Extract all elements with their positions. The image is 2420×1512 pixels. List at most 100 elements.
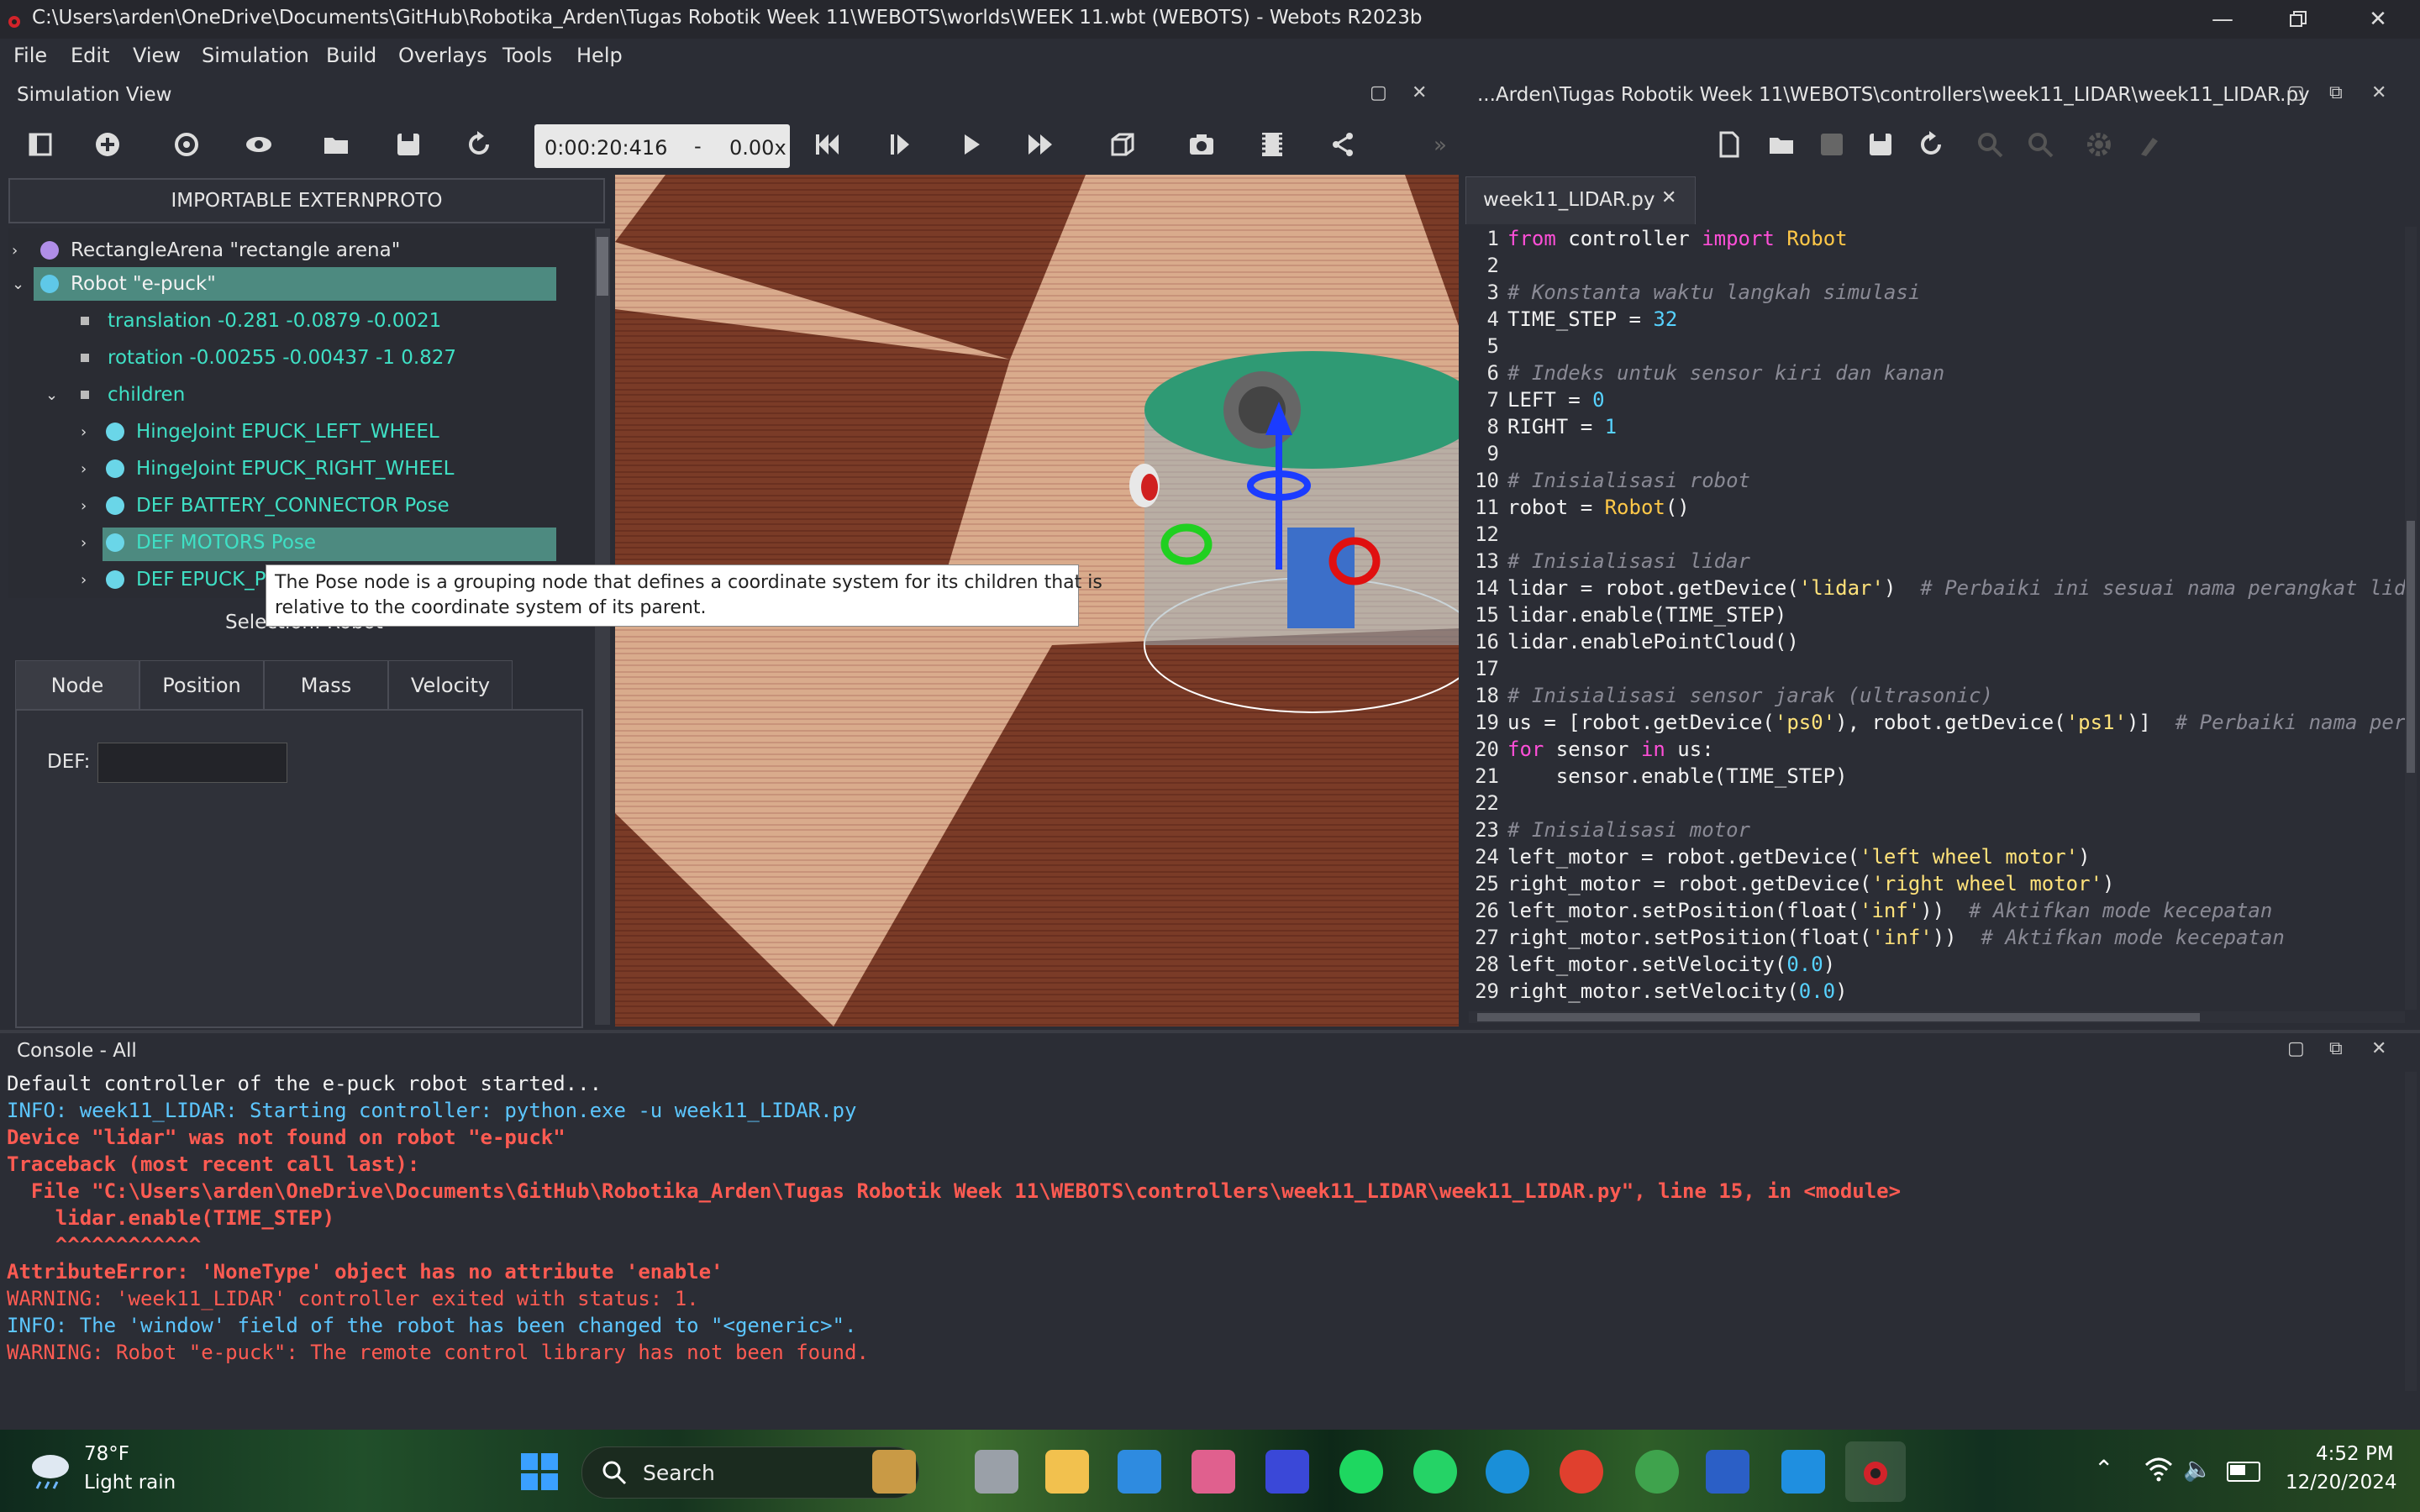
chrome-profile-icon[interactable] [1635, 1450, 1679, 1494]
find-icon[interactable] [1971, 126, 2008, 163]
webots-taskbar-active[interactable] [1845, 1441, 1906, 1502]
left-panel-scrollbar[interactable] [595, 608, 610, 1025]
taskbar-search[interactable]: Search [581, 1446, 919, 1499]
revert-icon[interactable] [1912, 126, 1949, 163]
render-mode-icon[interactable] [1104, 126, 1141, 163]
code-line[interactable]: 9 [1464, 442, 1507, 469]
code-line[interactable]: 24 left_motor = robot.getDevice('left whe… [1464, 845, 2090, 872]
chevron-right-icon[interactable]: › [81, 423, 97, 441]
file-explorer-icon[interactable] [1045, 1450, 1089, 1494]
chevron-down-icon[interactable]: ⌄ [45, 386, 62, 404]
close-tab-icon[interactable]: ✕ [1661, 187, 1676, 208]
open-folder-icon[interactable] [318, 126, 355, 163]
code-line[interactable]: 29 right_motor.setVelocity(0.0) [1464, 979, 1848, 1006]
maximize-editor-icon[interactable]: ▢ [2287, 82, 2305, 103]
save-file-disabled-icon[interactable] [1813, 126, 1850, 163]
maximize-console-icon[interactable]: ▢ [2287, 1038, 2305, 1059]
close-editor-icon[interactable]: ✕ [2371, 82, 2386, 103]
battery-icon[interactable] [2227, 1462, 2260, 1482]
find-replace-icon[interactable] [2022, 126, 2059, 163]
console-output[interactable]: Default controller of the e-puck robot s… [0, 1072, 2403, 1391]
fast-forward-icon[interactable] [1022, 126, 1059, 163]
code-line[interactable]: 28 left_motor.setVelocity(0.0) [1464, 953, 1835, 979]
code-line[interactable]: 12 [1464, 522, 1507, 549]
code-line[interactable]: 18 # Inisialisasi sensor jarak (ultrasoni… [1464, 684, 1993, 711]
chevron-right-icon[interactable]: › [81, 497, 97, 515]
code-line[interactable]: 2 [1464, 254, 1507, 281]
code-line[interactable]: 1 from controller import Robot [1464, 227, 1848, 254]
open-file-icon[interactable] [1763, 126, 1800, 163]
code-line[interactable]: 20 for sensor in us: [1464, 738, 1714, 764]
close-console-icon[interactable]: ✕ [2371, 1038, 2386, 1059]
menu-edit[interactable]: Edit [71, 44, 109, 67]
chevron-right-icon[interactable]: › [12, 242, 29, 260]
tree-row-robot[interactable]: ⌄ Robot "e-puck" [8, 267, 597, 301]
ai-app-icon[interactable] [1265, 1450, 1309, 1494]
code-line[interactable]: 27 right_motor.setPosition(float('inf')) … [1464, 926, 2285, 953]
scrollbar-thumb[interactable] [1477, 1013, 2200, 1021]
float-console-icon[interactable]: ⧉ [2329, 1038, 2343, 1059]
menu-overlays[interactable]: Overlays [398, 44, 487, 67]
chevron-right-icon[interactable]: › [81, 534, 97, 552]
code-line[interactable]: 13 # Inisialisasi lidar [1464, 549, 1750, 576]
maximize-sim-icon[interactable]: ▢ [1370, 82, 1387, 103]
menu-tools[interactable]: Tools [502, 44, 552, 67]
wifi-icon[interactable] [2144, 1457, 2173, 1482]
importable-externproto-button[interactable]: IMPORTABLE EXTERNPROTO [8, 178, 605, 223]
editor-tab[interactable]: week11_LIDAR.py ✕ [1465, 176, 1696, 224]
volume-icon[interactable]: 🔈 [2183, 1455, 2212, 1483]
code-line[interactable]: 26 left_motor.setPosition(float('inf')) #… [1464, 899, 2272, 926]
code-line[interactable]: 17 [1464, 657, 1507, 684]
chevron-down-icon[interactable]: ⌄ [12, 276, 29, 293]
microsoft-store-icon[interactable] [1118, 1450, 1161, 1494]
word-icon[interactable] [1706, 1450, 1749, 1494]
play-icon[interactable] [953, 126, 990, 163]
code-line[interactable]: 22 [1464, 791, 1507, 818]
tree-row-rectangle-arena[interactable]: › RectangleArena "rectangle arena" [8, 234, 597, 267]
code-line[interactable]: 14 lidar = robot.getDevice('lidar') # Per… [1464, 576, 2405, 603]
menu-simulation[interactable]: Simulation [202, 44, 309, 67]
new-file-icon[interactable] [1711, 126, 1748, 163]
code-line[interactable]: 19 us = [robot.getDevice('ps0'), robot.ge… [1464, 711, 2405, 738]
code-line[interactable]: 23 # Inisialisasi motor [1464, 818, 1750, 845]
eye-icon[interactable] [240, 126, 277, 163]
code-editor[interactable]: 1 from controller import Robot 2 3 # Konstan… [1464, 227, 2405, 1010]
tree-row-battery-connector[interactable]: › DEF BATTERY_CONNECTOR Pose [8, 489, 597, 522]
close-window-button[interactable]: ✕ [2340, 0, 2416, 39]
spotify-icon[interactable] [1339, 1450, 1383, 1494]
tree-row-translation[interactable]: translation -0.281 -0.0879 -0.0021 [8, 304, 597, 338]
code-line[interactable]: 4 TIME_STEP = 32 [1464, 307, 1678, 334]
hide-scene-tree-icon[interactable] [22, 126, 59, 163]
menu-help[interactable]: Help [576, 44, 623, 67]
menu-file[interactable]: File [13, 44, 47, 67]
close-sim-icon[interactable]: ✕ [1412, 82, 1427, 103]
tree-row-rotation[interactable]: rotation -0.00255 -0.00437 -1 0.827 [8, 341, 597, 375]
code-line[interactable]: 6 # Indeks untuk sensor kiri dan kanan [1464, 361, 1945, 388]
start-windows-icon[interactable] [519, 1452, 560, 1492]
clock-date[interactable]: 12/20/2024 [2286, 1472, 2397, 1494]
code-line[interactable]: 21 sensor.enable(TIME_STEP) [1464, 764, 1847, 791]
def-input[interactable] [97, 743, 287, 783]
add-node-icon[interactable] [89, 126, 126, 163]
scrollbar-thumb[interactable] [597, 237, 608, 296]
code-line[interactable]: 25 right_motor = robot.getDevice('right w… [1464, 872, 2114, 899]
edge-icon[interactable] [1486, 1450, 1529, 1494]
reload-world-icon[interactable] [460, 126, 497, 163]
code-line[interactable]: 11 robot = Robot() [1464, 496, 1690, 522]
console-hscrollbar[interactable] [0, 1394, 2420, 1428]
editor-vscrollbar[interactable] [2405, 227, 2417, 1010]
code-line[interactable]: 5 [1464, 334, 1507, 361]
tab-position[interactable]: Position [139, 660, 264, 710]
chrome-icon[interactable] [1560, 1450, 1603, 1494]
scrollbar-thumb[interactable] [2407, 521, 2415, 773]
clock-time[interactable]: 4:52 PM [2316, 1443, 2394, 1465]
share-icon[interactable] [1324, 126, 1361, 163]
float-editor-icon[interactable]: ⧉ [2329, 82, 2343, 103]
code-line[interactable]: 8 RIGHT = 1 [1464, 415, 1618, 442]
build-gear-icon[interactable] [2081, 126, 2118, 163]
tree-row-left-wheel[interactable]: › HingeJoint EPUCK_LEFT_WHEEL [8, 415, 597, 449]
tab-velocity[interactable]: Velocity [388, 660, 513, 710]
save-icon[interactable] [390, 126, 427, 163]
restore-button[interactable] [2260, 0, 2336, 39]
minimize-button[interactable]: — [2185, 0, 2260, 39]
